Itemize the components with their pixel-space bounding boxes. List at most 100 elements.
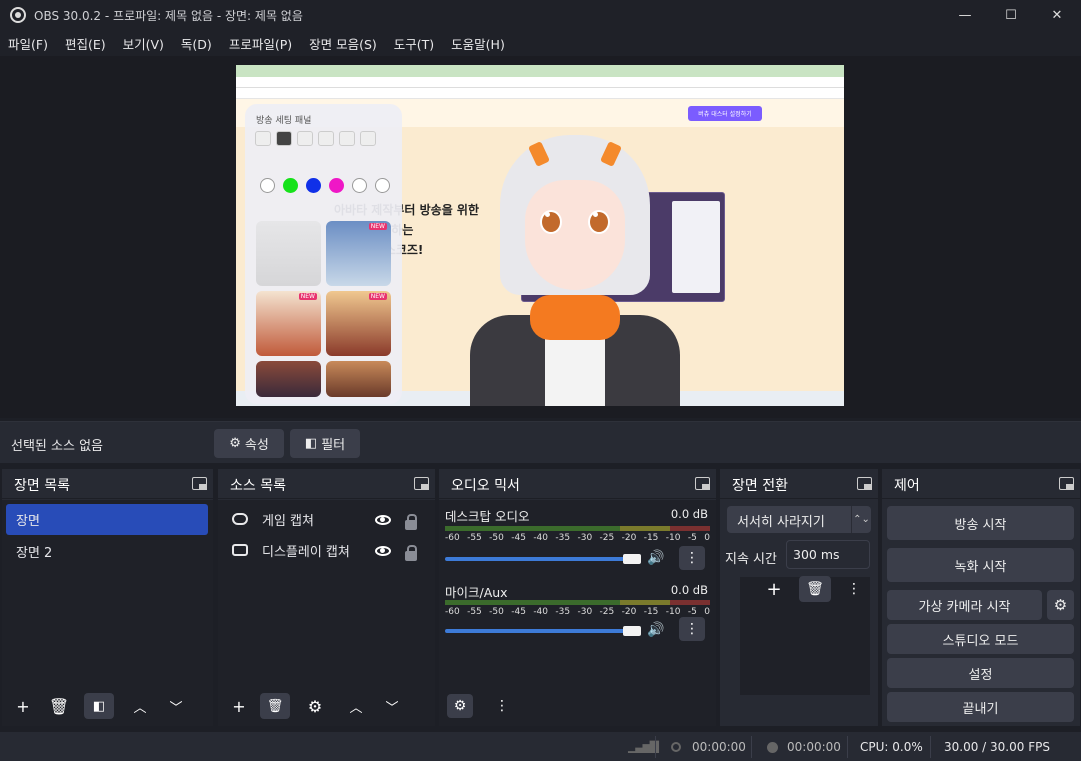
captured-address-bar <box>236 77 844 88</box>
captured-browser-tabbar <box>236 65 844 77</box>
minimize-button[interactable]: — <box>942 0 988 30</box>
title-bar: OBS 30.0.2 - 프로파일: 제목 없음 - 장면: 제목 없음 — ☐… <box>0 0 1081 30</box>
source-item-display-capture[interactable]: 디스플레이 캡쳐 <box>222 535 430 566</box>
panel-title: 방송 세팅 패널 <box>256 116 312 126</box>
meter-tick-label: -40 <box>533 533 549 543</box>
visibility-eye-icon[interactable] <box>375 515 391 525</box>
volume-slider-handle[interactable] <box>623 554 641 564</box>
record-time: 00:00:00 <box>787 740 841 754</box>
settings-button[interactable]: 설정 <box>887 658 1074 688</box>
transitions-title: 장면 전환 <box>732 478 788 494</box>
selected-source-label: 선택된 소스 없음 <box>11 439 103 454</box>
meter-scale: -60 -55 -50 -45 -40 -35 -30 -25 -20 -15 -10 -5 0 <box>445 533 710 545</box>
speaker-icon[interactable]: 🔊 <box>647 550 664 566</box>
menu-tools[interactable]: 도구(T) <box>394 34 434 53</box>
undock-icon[interactable] <box>414 477 429 490</box>
scene-item[interactable]: 장면 <box>6 504 208 535</box>
meter-tick-label: -15 <box>643 607 659 617</box>
channel-menu-button[interactable]: ⋮ <box>679 617 705 641</box>
panel-tab-icon <box>318 131 334 146</box>
captured-bookmarks-bar <box>236 88 844 99</box>
preview-area[interactable]: 버츄 대스터 설정하기 아바타 제작부터 방송을 위한 를 제공하는 프, 마스… <box>0 56 1081 418</box>
meter-tick-label: -5 <box>687 533 697 543</box>
source-properties-gear-icon[interactable]: ⚙ <box>300 693 330 719</box>
virtual-camera-settings-gear-icon[interactable]: ⚙ <box>1047 590 1074 620</box>
remove-transition-button[interactable]: 🗑 <box>799 576 831 602</box>
status-bar: ▁▃▅▇ 00:00:00 00:00:00 CPU: 0.0% 30.00 /… <box>0 731 1081 761</box>
scene-item[interactable]: 장면 2 <box>6 536 208 567</box>
menu-edit[interactable]: 편집(E) <box>65 34 106 53</box>
close-button[interactable]: ✕ <box>1034 0 1080 30</box>
channel-name: 데스크탑 오디오 <box>445 509 530 524</box>
meter-tick-label: -40 <box>533 607 549 617</box>
menu-file[interactable]: 파일(F) <box>8 34 48 53</box>
volume-slider[interactable] <box>445 557 635 561</box>
lock-icon[interactable] <box>405 545 417 561</box>
menu-view[interactable]: 보기(V) <box>123 34 164 53</box>
properties-button[interactable]: ⚙ 속성 <box>214 429 284 458</box>
exit-button[interactable]: 끝내기 <box>887 692 1074 722</box>
preview-canvas[interactable]: 버츄 대스터 설정하기 아바타 제작부터 방송을 위한 를 제공하는 프, 마스… <box>236 65 844 406</box>
background-thumbnail <box>256 361 321 397</box>
background-thumbnail: NEW <box>326 291 391 356</box>
controls-dock: 제어 방송 시작 녹화 시작 가상 카메라 시작 ⚙ 스튜디오 모드 설정 끝내… <box>882 469 1080 726</box>
panel-tab-icon <box>339 131 355 146</box>
undock-icon[interactable] <box>857 477 872 490</box>
channel-db: 0.0 dB <box>670 583 708 597</box>
meter-tick-label: -45 <box>511 533 526 543</box>
meter-tick-label: -60 <box>445 607 460 617</box>
scene-filters-button[interactable]: ◧ <box>84 693 114 719</box>
undock-icon[interactable] <box>695 477 710 490</box>
start-streaming-button[interactable]: 방송 시작 <box>887 506 1074 540</box>
remove-source-button[interactable]: 🗑 <box>260 693 290 719</box>
meter-tick-label: 0 <box>704 533 710 543</box>
undock-icon[interactable] <box>192 477 207 490</box>
channel-name: 마이크/Aux <box>445 585 508 600</box>
undock-icon[interactable] <box>1059 477 1074 490</box>
meter-scale: -60 -55 -50 -45 -40 -35 -30 -25 -20 -15 -10 -5 0 <box>445 607 710 619</box>
volume-slider-handle[interactable] <box>623 626 641 636</box>
start-virtual-camera-button[interactable]: 가상 카메라 시작 <box>887 590 1042 620</box>
menu-docks[interactable]: 독(D) <box>181 34 212 53</box>
background-thumbnail <box>326 361 391 397</box>
mixer-title: 오디오 믹서 <box>451 478 520 494</box>
volume-slider[interactable] <box>445 629 635 633</box>
meter-tick-label: -30 <box>577 533 593 543</box>
speaker-icon[interactable]: 🔊 <box>647 622 664 638</box>
lock-icon[interactable] <box>405 514 417 530</box>
start-recording-button[interactable]: 녹화 시작 <box>887 548 1074 582</box>
color-swatch-check <box>352 178 367 193</box>
menu-profile[interactable]: 프로파일(P) <box>229 34 292 53</box>
transition-menu-button[interactable]: ⋮ <box>840 576 868 602</box>
maximize-button[interactable]: ☐ <box>988 0 1034 30</box>
move-scene-up-button[interactable]: ︿ <box>125 693 155 719</box>
move-scene-down-button[interactable]: ﹀ <box>161 693 191 719</box>
add-transition-button[interactable]: + <box>760 576 788 602</box>
visibility-eye-icon[interactable] <box>375 546 391 556</box>
source-item-game-capture[interactable]: 게임 캡쳐 <box>222 504 430 535</box>
transition-select[interactable]: 서서히 사라지기 ⌃⌄ <box>727 506 871 533</box>
scenes-dock: 장면 목록 장면 장면 2 + 🗑 ◧ ︿ ﹀ <box>2 469 213 726</box>
menu-scene-collection[interactable]: 장면 모음(S) <box>309 34 377 53</box>
filters-button[interactable]: ◧ 필터 <box>290 429 360 458</box>
meter-tick-label: -10 <box>665 607 681 617</box>
studio-mode-button[interactable]: 스튜디오 모드 <box>887 624 1074 654</box>
color-swatch-green <box>283 178 298 193</box>
move-source-up-button[interactable]: ︿ <box>341 693 371 719</box>
add-scene-button[interactable]: + <box>8 693 38 719</box>
duration-spinbox[interactable]: 300 ms <box>786 540 870 569</box>
channel-menu-button[interactable]: ⋮ <box>679 546 705 570</box>
panel-tab-icon <box>297 131 313 146</box>
move-source-down-button[interactable]: ﹀ <box>377 693 407 719</box>
meter-tick-label: -20 <box>621 607 637 617</box>
recording-status-icon <box>767 742 778 753</box>
add-source-button[interactable]: + <box>224 693 254 719</box>
panel-tab-icon <box>276 131 292 146</box>
streaming-status-icon <box>671 742 681 752</box>
menu-help[interactable]: 도움말(H) <box>451 34 505 53</box>
channel-db: 0.0 dB <box>670 507 708 521</box>
advanced-audio-gear-icon[interactable]: ⚙ <box>447 694 473 718</box>
meter-tick-label: -35 <box>555 533 571 543</box>
mixer-menu-button[interactable]: ⋮ <box>489 694 515 718</box>
remove-scene-button[interactable]: 🗑 <box>44 693 74 719</box>
